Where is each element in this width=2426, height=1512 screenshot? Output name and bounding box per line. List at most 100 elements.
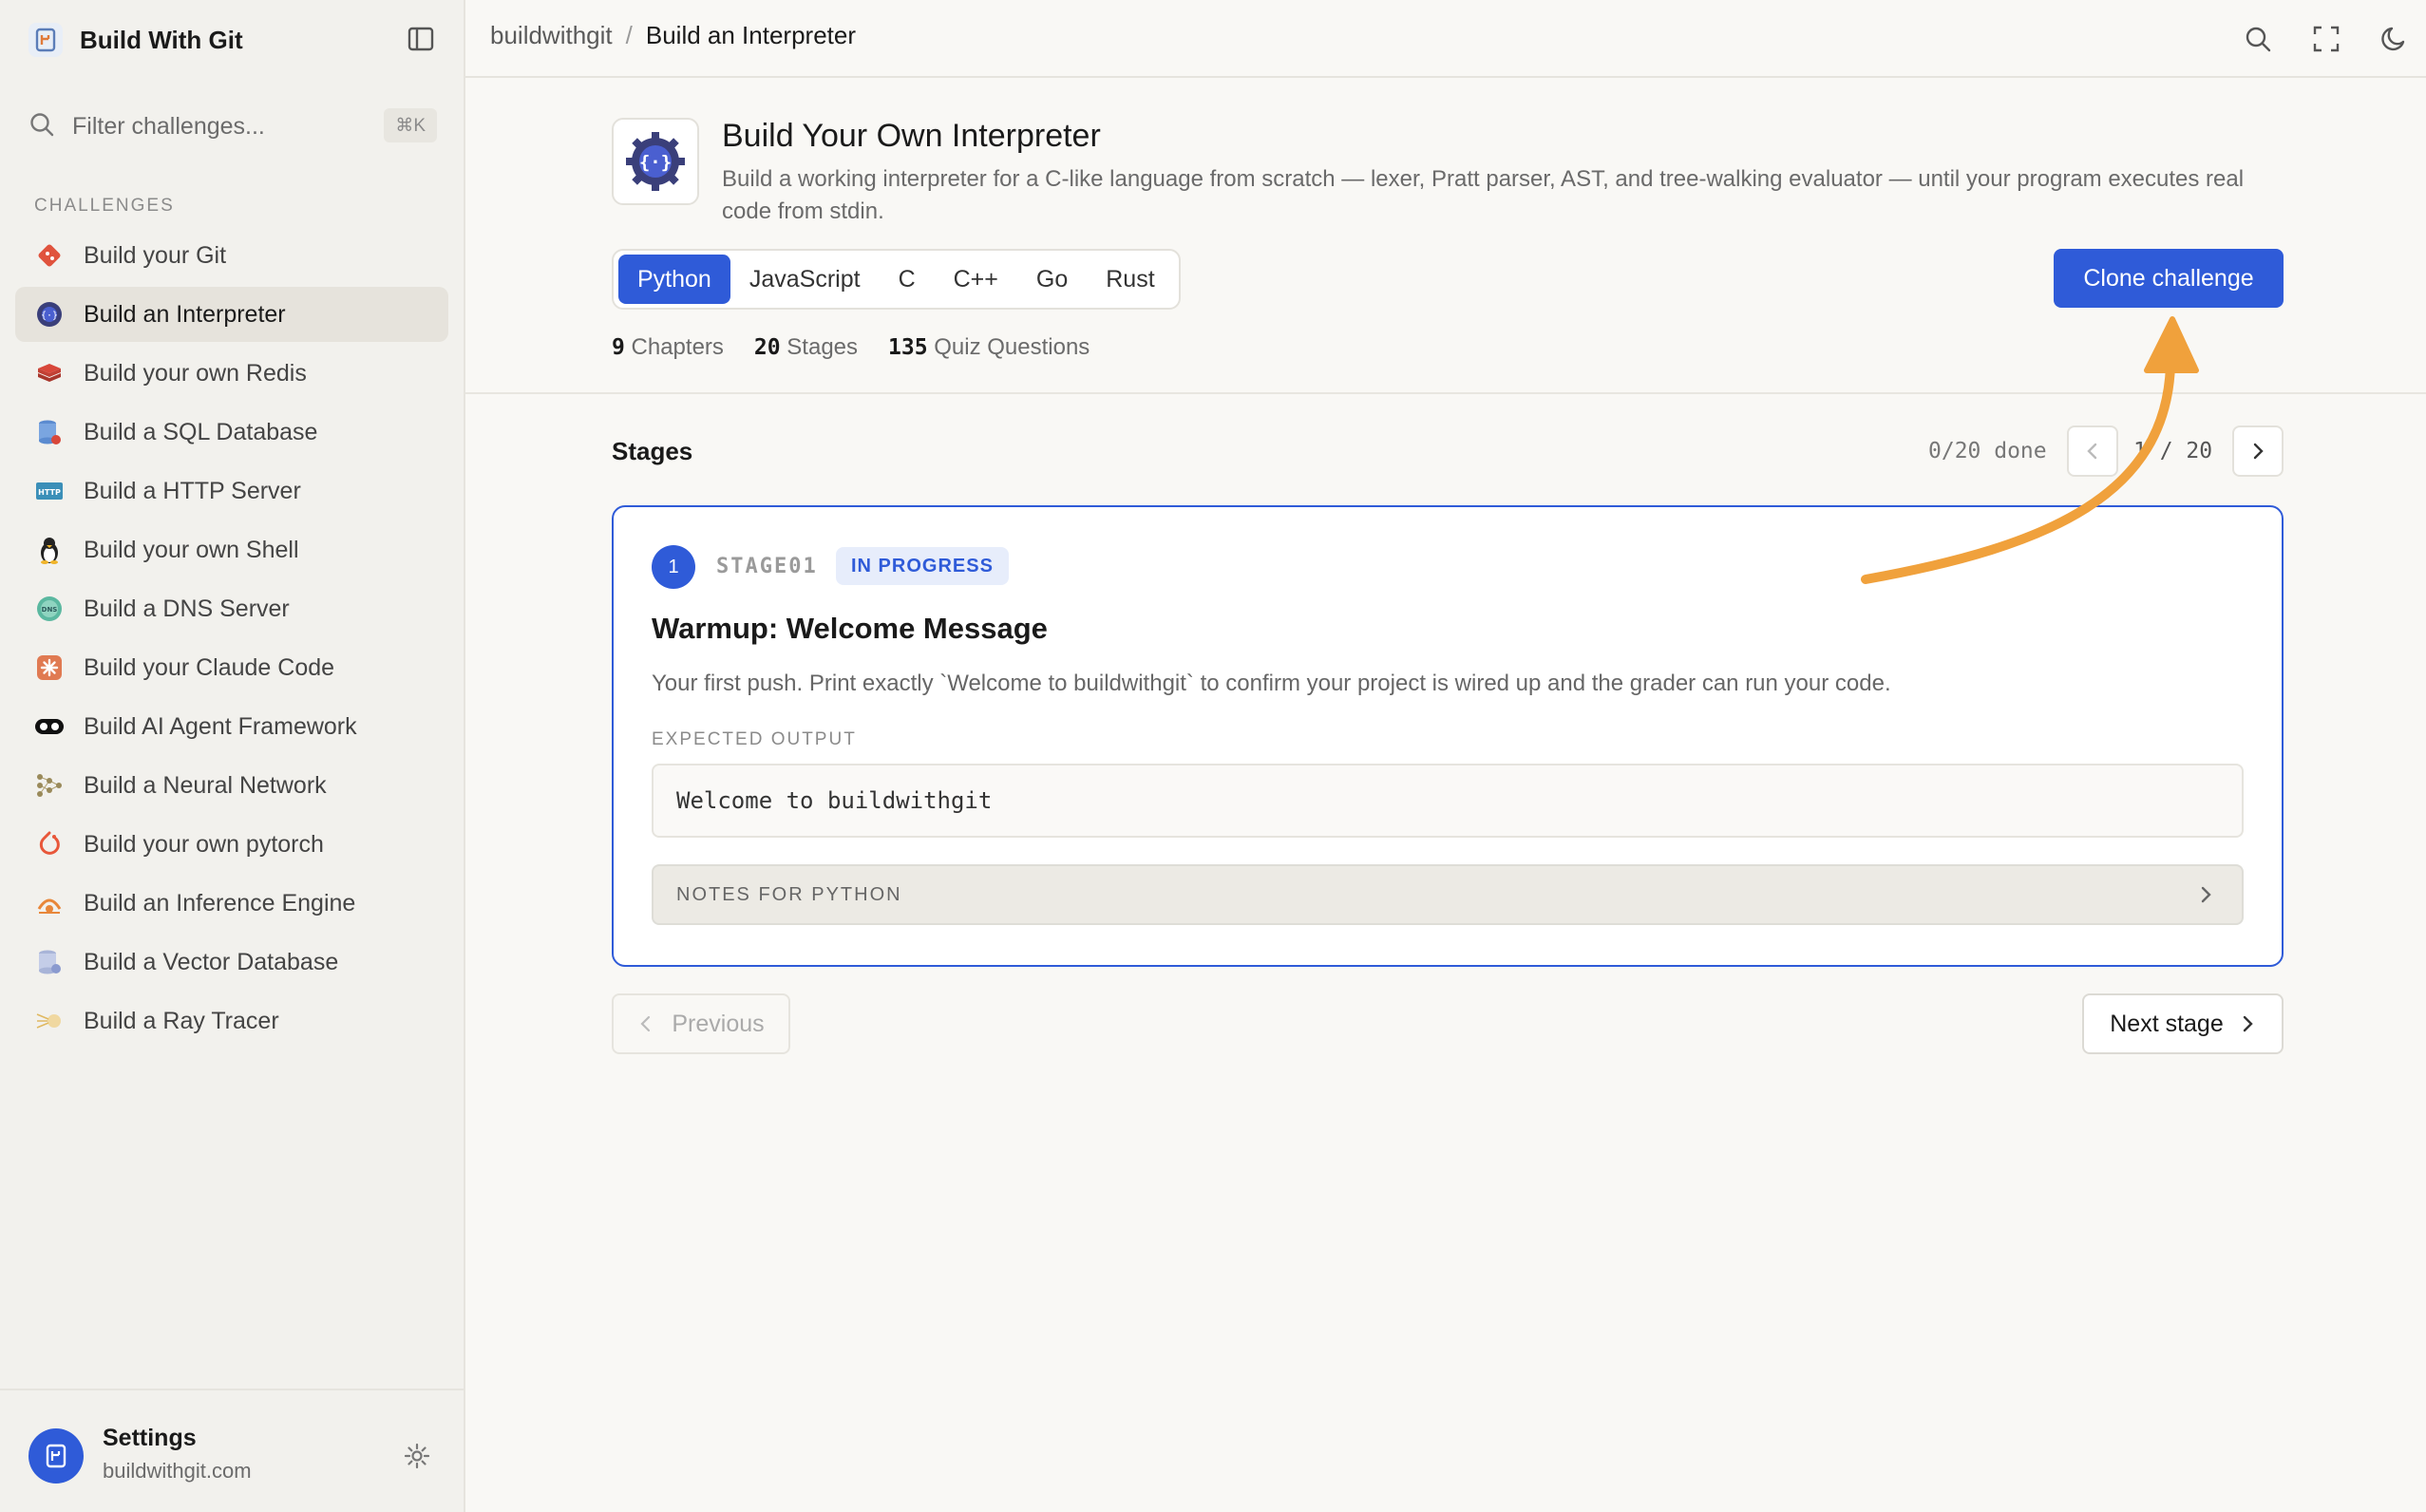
brand-logo-icon xyxy=(28,23,63,57)
sidebar-item-build-your-own-redis[interactable]: Build your own Redis xyxy=(15,346,448,401)
challenge-description: Build a working interpreter for a C-like… xyxy=(722,166,2245,224)
stat-stages: 20 Stages xyxy=(753,334,859,360)
breadcrumb: buildwithgit / Build an Interpreter xyxy=(490,21,856,50)
sidebar-item-label: Build your own pytorch xyxy=(84,830,324,858)
tab-python[interactable]: Python xyxy=(618,255,730,304)
tab-javascript[interactable]: JavaScript xyxy=(730,255,880,304)
sidebar-item-build-a-ray-tracer[interactable]: Build a Ray Tracer xyxy=(15,993,448,1049)
chevron-right-icon xyxy=(2243,1015,2253,1032)
dns-icon: DNS xyxy=(34,594,65,624)
sidebar-item-label: Build a Vector Database xyxy=(84,948,339,975)
notes-label: NOTES FOR PYTHON xyxy=(676,883,902,905)
git-icon xyxy=(34,240,65,271)
ray-tracer-icon xyxy=(34,1006,65,1036)
sidebar-item-build-your-git[interactable]: Build your Git xyxy=(15,228,448,283)
sidebar-item-build-your-claude-code[interactable]: Build your Claude Code xyxy=(15,640,448,695)
svg-text:{·}: {·} xyxy=(639,152,672,173)
chevron-left-icon xyxy=(640,1015,651,1032)
fullscreen-icon[interactable] xyxy=(2308,21,2344,57)
sidebar-item-label: Build a Ray Tracer xyxy=(84,1007,279,1034)
stage-title: Warmup: Welcome Message xyxy=(652,612,1048,645)
sidebar-item-label: Build a SQL Database xyxy=(84,418,318,445)
sidebar: Build With Git ⌘K CHALLENGES Build your … xyxy=(0,0,465,1512)
svg-text:HTTP: HTTP xyxy=(38,488,61,497)
neural-network-icon xyxy=(34,770,65,801)
expected-output-label: EXPECTED OUTPUT xyxy=(652,729,857,749)
sidebar-item-label: Build an Inference Engine xyxy=(84,889,356,917)
agent-icon xyxy=(34,711,65,742)
challenge-title: Build Your Own Interpreter xyxy=(722,118,1101,154)
search-icon xyxy=(28,111,55,142)
tab-c[interactable]: C xyxy=(880,255,935,304)
svg-text:DNS: DNS xyxy=(42,606,58,614)
sidebar-item-build-your-own-shell[interactable]: Build your own Shell xyxy=(15,522,448,577)
top-bar: buildwithgit / Build an Interpreter xyxy=(465,0,2426,78)
sidebar-item-label: Build a DNS Server xyxy=(84,595,290,622)
sidebar-footer[interactable]: Settings buildwithgit.com xyxy=(0,1389,464,1512)
pytorch-icon xyxy=(34,829,65,860)
stage-number-badge: 1 xyxy=(652,545,695,589)
sidebar-item-build-an-inference-engine[interactable]: Build an Inference Engine xyxy=(15,876,448,931)
sidebar-item-label: Build AI Agent Framework xyxy=(84,712,357,740)
settings-title: Settings xyxy=(103,1425,197,1451)
database-icon xyxy=(34,417,65,447)
sidebar-item-label: Build a Neural Network xyxy=(84,771,327,799)
moon-icon[interactable] xyxy=(2377,21,2413,57)
challenge-logo-icon: {·} xyxy=(612,118,699,205)
sidebar-item-label: Build your own Redis xyxy=(84,359,307,387)
sidebar-item-build-a-http-server[interactable]: HTTP Build a HTTP Server xyxy=(15,463,448,519)
gear-icon[interactable] xyxy=(403,1442,433,1472)
brand-title: Build With Git xyxy=(80,25,243,54)
sidebar-toggle-icon[interactable] xyxy=(405,23,437,55)
stages-done-count: 0/20 done xyxy=(1928,439,2047,463)
tab-rust[interactable]: Rust xyxy=(1087,255,1173,304)
tab-go[interactable]: Go xyxy=(1017,255,1087,304)
http-icon: HTTP xyxy=(34,476,65,506)
settings-subtitle: buildwithgit.com xyxy=(103,1459,252,1483)
filter-challenges[interactable]: ⌘K xyxy=(28,104,437,148)
sidebar-item-build-ai-agent-framework[interactable]: Build AI Agent Framework xyxy=(15,699,448,754)
sidebar-item-label: Build a HTTP Server xyxy=(84,477,301,504)
filter-input[interactable] xyxy=(72,112,357,141)
sidebar-item-build-a-sql-database[interactable]: Build a SQL Database xyxy=(15,405,448,460)
sidebar-item-build-a-dns-server[interactable]: DNS Build a DNS Server xyxy=(15,581,448,636)
sidebar-item-build-a-vector-database[interactable]: Build a Vector Database xyxy=(15,935,448,990)
brand[interactable]: Build With Git xyxy=(28,21,243,59)
sidebar-item-build-an-interpreter[interactable]: {·} Build an Interpreter xyxy=(15,287,448,342)
tab-cpp[interactable]: C++ xyxy=(935,255,1017,304)
previous-stage-button[interactable]: Previous xyxy=(612,993,790,1054)
challenge-stats: 9 Chapters 20 Stages 135 Quiz Questions xyxy=(612,334,1120,361)
sidebar-item-label: Build your Git xyxy=(84,241,227,269)
stage-code: STAGE01 xyxy=(716,555,818,578)
expected-output-text: Welcome to buildwithgit xyxy=(676,787,993,814)
breadcrumb-separator: / xyxy=(625,21,633,49)
notes-for-python-toggle[interactable]: NOTES FOR PYTHON xyxy=(652,864,2244,925)
breadcrumb-current: Build an Interpreter xyxy=(645,21,857,49)
sidebar-item-label: Build your Claude Code xyxy=(84,653,335,681)
next-label: Next stage xyxy=(2110,1010,2224,1037)
clone-challenge-button[interactable]: Clone challenge xyxy=(2054,249,2284,308)
vector-db-icon xyxy=(34,947,65,977)
previous-label: Previous xyxy=(672,1010,765,1037)
next-stage-button[interactable]: Next stage xyxy=(2082,993,2284,1054)
inference-icon xyxy=(34,888,65,918)
expected-output-box: Welcome to buildwithgit xyxy=(652,764,2244,838)
sidebar-item-build-your-own-pytorch[interactable]: Build your own pytorch xyxy=(15,817,448,872)
claude-icon xyxy=(34,652,65,683)
svg-text:{·}: {·} xyxy=(41,311,58,321)
status-badge: IN PROGRESS xyxy=(836,547,1009,585)
sidebar-item-build-a-neural-network[interactable]: Build a Neural Network xyxy=(15,758,448,813)
pager-prev-button[interactable] xyxy=(2067,425,2118,477)
keyboard-shortcut-badge: ⌘K xyxy=(384,108,437,142)
section-label-challenges: CHALLENGES xyxy=(34,196,175,216)
pager-next-button[interactable] xyxy=(2232,425,2284,477)
header-divider xyxy=(465,392,2426,394)
breadcrumb-root[interactable]: buildwithgit xyxy=(490,21,613,50)
stage-card: 1 STAGE01 IN PROGRESS Warmup: Welcome Me… xyxy=(612,505,2284,967)
stage-pager-count: 1 / 20 xyxy=(2133,439,2213,463)
avatar[interactable] xyxy=(28,1428,84,1484)
search-icon[interactable] xyxy=(2240,21,2276,57)
sidebar-item-label: Build an Interpreter xyxy=(84,300,286,328)
sidebar-item-label: Build your own Shell xyxy=(84,536,299,563)
stages-heading: Stages xyxy=(612,437,693,465)
